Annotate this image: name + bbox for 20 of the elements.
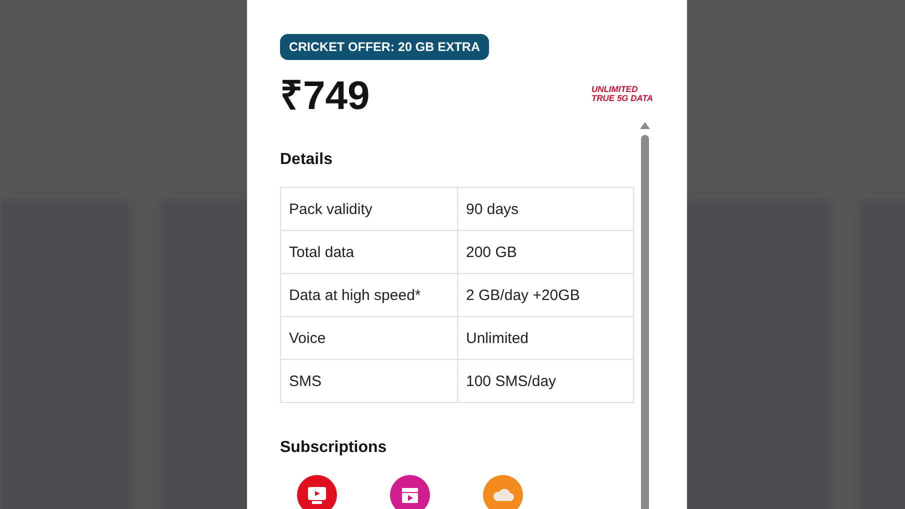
table-cell: 200 GB (457, 231, 633, 273)
table-cell-text: Total data (288, 242, 356, 262)
unlimited-5g-tag: UNLIMITED TRUE 5G DATA (591, 84, 653, 102)
plan-price: ₹749 (280, 73, 370, 120)
clapperboard-icon[interactable] (390, 475, 430, 509)
details-heading: Details (280, 151, 334, 169)
table-cell: 90 days (457, 188, 633, 230)
subscriptions-heading: Subscriptions (280, 439, 388, 457)
scrollbar[interactable] (639, 122, 651, 509)
table-cell: 2 GB/day +20GB (457, 274, 633, 316)
table-cell: Unlimited (457, 317, 633, 359)
cloud-icon[interactable] (483, 475, 523, 509)
tv-icon[interactable] (297, 475, 337, 509)
table-cell: 100 SMS/day (457, 360, 633, 402)
table-cell-text: SMS (288, 372, 323, 392)
table-cell-text: Data at high speed* (288, 286, 422, 306)
table-cell-text: Pack validity (288, 200, 374, 220)
offer-badge: CRICKET OFFER: 20 GB EXTRA (280, 34, 489, 60)
table-cell-text: Voice (288, 328, 327, 348)
scroll-up-icon[interactable] (640, 122, 650, 129)
